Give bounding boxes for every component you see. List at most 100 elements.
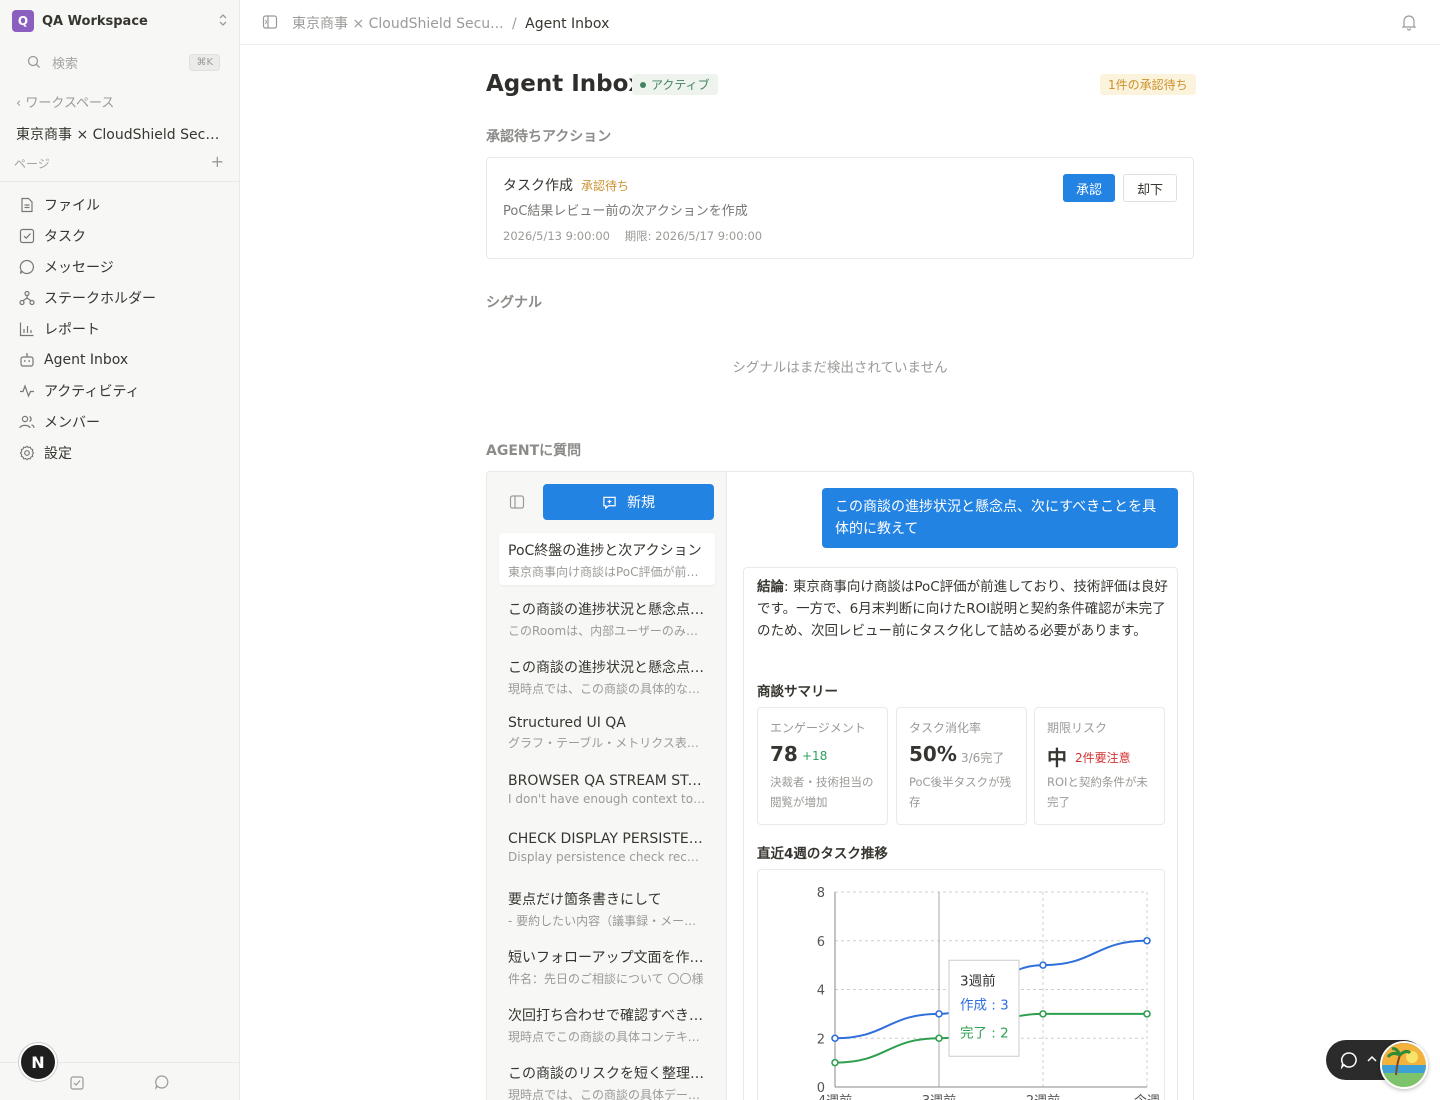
sidebar-item-members[interactable]: メンバー — [12, 406, 228, 437]
activity-icon — [20, 383, 34, 398]
conversation-snippet: 件名：先日のご相談について 〇〇様 — [508, 972, 704, 986]
conversation-title: 次回打ち合わせで確認すべきこと — [508, 1008, 706, 1024]
room-title[interactable]: 東京商事 × CloudShield Security — [16, 124, 228, 144]
sidebar-item-tasks[interactable]: タスク — [12, 220, 228, 251]
metric-value: 中 — [1047, 746, 1067, 770]
conversation-snippet: このRoomは、内部ユーザーのみで構成されています — [508, 624, 706, 638]
signal-section-title: シグナル — [486, 295, 542, 311]
conversation-item[interactable]: 要点だけ箇条書きにして - 要約したい内容（議事録・メールなど） — [499, 881, 715, 939]
pending-action-card: タスク作成 承認待ち PoC結果レビュー前の次アクションを作成 2026/5/1… — [486, 157, 1194, 259]
action-due: 期限: 2026/5/17 9:00:00 — [624, 229, 763, 243]
metric-value: 78 — [770, 742, 798, 766]
sidebar-item-label: 設定 — [44, 445, 72, 462]
conversation-item[interactable]: 次回打ち合わせで確認すべきこと 現時点でこの商談の具体コンテキストが — [499, 997, 715, 1055]
conversation-title: PoC終盤の進捗と次アクション — [508, 543, 702, 559]
chat-bubble-icon[interactable] — [1340, 1051, 1358, 1069]
task-icon[interactable] — [69, 1075, 85, 1091]
x-tick-label: 2週前 — [1026, 1093, 1060, 1100]
sidebar-toggle-icon[interactable] — [262, 14, 278, 30]
conversation-item[interactable]: この商談の進捗状況と懸念点、次にすべきこと このRoomは、内部ユーザーのみで構… — [499, 591, 715, 649]
workspace-name: QA Workspace — [42, 13, 148, 29]
approve-button[interactable]: 承認 — [1063, 174, 1115, 202]
metric-note: ROIと契約条件が未完了 — [1047, 775, 1148, 809]
metric-note: PoC後半タスクが残存 — [909, 775, 1012, 809]
file-icon — [21, 197, 33, 212]
bell-icon[interactable] — [1401, 13, 1417, 31]
conversation-title: 要点だけ箇条書きにして — [508, 892, 662, 908]
chevron-up-icon[interactable] — [1365, 1052, 1379, 1066]
x-tick-label: 3週前 — [922, 1093, 956, 1100]
search-icon — [27, 55, 40, 68]
sidebar-item-label: アクティビティ — [44, 383, 140, 400]
search-shortcut: ⌘K — [189, 53, 220, 71]
user-avatar[interactable]: N — [19, 1043, 57, 1081]
metric-label: タスク消化率 — [909, 721, 982, 735]
new-conversation-button[interactable]: 新規 — [543, 484, 714, 520]
sidebar-item-reports[interactable]: レポート — [12, 313, 228, 344]
y-tick-label: 2 — [817, 1032, 825, 1047]
conclusion-text: 結論: 東京商事向け商談はPoC評価が前進しており、技術評価は良好です。一方で、… — [757, 576, 1169, 642]
sidebar-item-messages[interactable]: メッセージ — [12, 251, 228, 282]
conversation-item[interactable]: この商談の進捗状況と懸念点、次にすべきこと 現時点では、この商談の具体的な情報が… — [499, 649, 715, 707]
task-icon — [19, 228, 35, 243]
conversation-list: 新規 PoC終盤の進捗と次アクション 東京商事向け商談はPoC評価が前進しており… — [487, 472, 727, 1100]
sidebar-item-activity[interactable]: アクティビティ — [12, 375, 228, 406]
x-tick-label: 4週前 — [818, 1093, 852, 1100]
conversation-item[interactable]: BROWSER QA STREAM START I don't have eno… — [499, 765, 715, 823]
search-input[interactable]: 検索 ⌘K — [20, 50, 220, 74]
y-tick-label: 4 — [817, 984, 825, 999]
sidebar-item-agent-inbox[interactable]: Agent Inbox — [12, 344, 228, 375]
topbar: 東京商事 × CloudShield Secu... / Agent Inbox — [240, 0, 1440, 45]
status-dot — [640, 81, 646, 88]
sidebar-nav: ファイル タスク メッセージ ステークホルダー レポート Agent Inbox… — [12, 189, 228, 468]
inbox-icon — [20, 352, 34, 367]
data-point — [1143, 936, 1151, 945]
summary-title: 商談サマリー — [757, 684, 838, 700]
workspace-switcher[interactable]: Q QA Workspace — [12, 10, 228, 32]
sidebar: Q QA Workspace 検索 ⌘K ‹ ワークスペース 東京商事 × Cl… — [0, 0, 240, 1100]
add-page-icon[interactable]: + — [211, 154, 224, 172]
user-message: この商談の進捗状況と懸念点、次にすべきことを具体的に教えて — [822, 488, 1178, 548]
sidebar-item-settings[interactable]: 設定 — [12, 437, 228, 468]
line-chart: 024684週前3週前2週前今週3週前作成 : 3完了 : 2 — [817, 886, 1160, 1100]
pages-label: ページ — [14, 157, 50, 171]
data-point — [1039, 1010, 1047, 1018]
data-point — [1143, 1010, 1151, 1018]
chevron-updown-icon[interactable] — [218, 13, 228, 29]
assistant-avatar[interactable] — [1380, 1041, 1428, 1089]
data-point — [831, 1034, 839, 1043]
agent-section-title: AGENTに質問 — [486, 443, 582, 459]
conversation-item[interactable]: PoC終盤の進捗と次アクション 東京商事向け商談はPoC評価が前進しており — [499, 533, 715, 585]
breadcrumb: 東京商事 × CloudShield Secu... / Agent Inbox — [292, 13, 609, 33]
breadcrumb-parent[interactable]: 東京商事 × CloudShield Secu... — [292, 16, 504, 32]
sidebar-item-label: メンバー — [44, 414, 100, 431]
tooltip-category: 3週前 — [960, 972, 996, 989]
new-chat-icon — [603, 496, 616, 509]
sidebar-item-stakeholders[interactable]: ステークホルダー — [12, 282, 228, 313]
pending-count-badge: 1件の承認待ち — [1100, 74, 1196, 95]
conversation-item[interactable]: CHECK DISPLAY PERSISTENCE Display persis… — [499, 823, 715, 881]
back-label: ワークスペース — [25, 96, 115, 111]
conversation-snippet: 現時点では、この商談の具体的な情報が不足しています — [508, 682, 706, 696]
sidebar-divider — [0, 181, 239, 182]
status-label: アクティブ — [651, 78, 710, 92]
conversation-item[interactable]: 短いフォローアップ文面を作成して 件名：先日のご相談について 〇〇様 — [499, 939, 715, 997]
back-to-workspace-link[interactable]: ‹ ワークスペース — [16, 92, 114, 111]
signal-empty-state: シグナルはまだ検出されていません — [732, 360, 948, 376]
sidebar-item-label: メッセージ — [44, 259, 114, 276]
chat-thread: この商談の進捗状況と懸念点、次にすべきことを具体的に教えて 結論: 東京商事向け… — [728, 472, 1193, 1100]
metric-card-engagement: エンゲージメント 78 +18 決裁者・技術担当の閲覧が増加 — [757, 707, 888, 825]
reject-button[interactable]: 却下 — [1123, 174, 1177, 202]
sidebar-item-files[interactable]: ファイル — [12, 189, 228, 220]
chat-icon[interactable] — [154, 1074, 170, 1090]
metric-label: エンゲージメント — [770, 721, 866, 735]
conversation-title: この商談の進捗状況と懸念点、次にすべきこと — [508, 602, 706, 618]
metric-card-task-rate: タスク消化率 50% 3/6完了 PoC後半タスクが残存 — [896, 707, 1027, 825]
metric-delta: 3/6完了 — [961, 751, 1005, 765]
conversation-item[interactable]: この商談のリスクを短く整理して 現時点では、この商談の具体データが — [499, 1055, 715, 1100]
action-created: 2026/5/13 9:00:00 — [503, 229, 610, 243]
conversation-snippet: グラフ・テーブル・メトリクス表示の確認 — [508, 736, 706, 750]
conversation-item[interactable]: Structured UI QA グラフ・テーブル・メトリクス表示の確認 — [499, 707, 715, 765]
conversation-snippet: I don't have enough context to infer — [508, 792, 706, 806]
collapse-panel-icon[interactable] — [509, 494, 525, 510]
